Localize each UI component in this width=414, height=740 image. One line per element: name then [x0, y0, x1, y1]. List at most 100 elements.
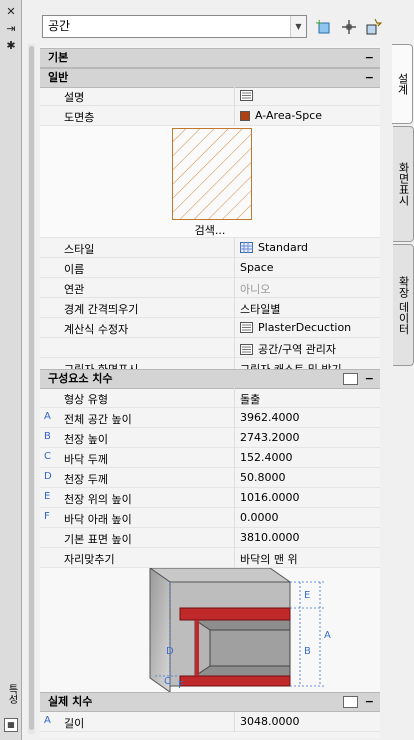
prop-row-overall-height[interactable]: A 전체 공간 높이 3962.4000 [40, 408, 380, 428]
prop-label: 경계 간격띄우기 [64, 303, 139, 316]
dim-letter: B [44, 431, 51, 442]
prop-label: 연관 [64, 283, 85, 296]
autohide-icon[interactable]: ⇥ [4, 22, 18, 36]
dimension-image-icon[interactable] [343, 373, 358, 385]
diagram-label-e: E [304, 590, 311, 601]
chevron-down-icon[interactable]: ▼ [290, 16, 306, 37]
dimension-image-icon[interactable] [343, 696, 358, 708]
prop-label: 계산식 수정자 [64, 323, 129, 336]
collapse-icon[interactable]: − [365, 370, 374, 388]
dim-letter: D [44, 471, 52, 482]
prop-label: 천장 두께 [64, 473, 108, 486]
prop-value[interactable]: Standard [240, 241, 308, 254]
prop-label: 천장 위의 높이 [64, 493, 132, 506]
dim-letter: A [44, 411, 51, 422]
dimension-diagram: D E B A C F [40, 567, 380, 693]
prop-label: 자리맞추기 [64, 553, 115, 566]
prop-value[interactable]: PlasterDecuction [240, 321, 351, 334]
prop-row-calc-modifier[interactable]: 계산식 수정자 PlasterDecuction [40, 318, 380, 338]
prop-value[interactable]: 스타일별 [240, 301, 280, 317]
properties-grid: 기본 − 일반 − 설명 도면층 A-Area-Spce 검색... 스타일 S… [40, 46, 380, 738]
prop-value[interactable]: A-Area-Spce [240, 109, 322, 122]
prop-value: 아니오 [240, 283, 271, 296]
tab-design-label: 설계 [396, 73, 409, 95]
tab-design[interactable]: 설계 [392, 44, 413, 124]
prop-row-floor-thickness[interactable]: C 바닥 두께 152.4000 [40, 448, 380, 468]
section-actual-dimensions[interactable]: 실제 치수 − [40, 692, 380, 712]
prop-value[interactable]: 2743.2000 [240, 431, 300, 444]
prop-value[interactable]: 3962.4000 [240, 411, 300, 424]
prop-row-ceiling-height[interactable]: B 천장 높이 2743.2000 [40, 428, 380, 448]
diagram-label-d: D [166, 646, 174, 657]
prop-row-length[interactable]: A 길이 3048.0000 [40, 712, 380, 732]
prop-row-description[interactable]: 설명 [40, 86, 380, 106]
prop-row-name[interactable]: 이름 Space [40, 258, 380, 278]
prop-row-boundary-offset[interactable]: 경계 간격띄우기 스타일별 [40, 298, 380, 318]
prop-label: 길이 [64, 717, 85, 730]
prop-label: 천장 높이 [64, 433, 108, 446]
prop-label: 바닥 아래 높이 [64, 513, 132, 526]
prop-value[interactable]: 3810.0000 [240, 531, 300, 544]
scrollbar-thumb[interactable] [29, 46, 34, 730]
palette-title: 특성 [6, 684, 17, 704]
prop-row-default-surface-height[interactable]: 기본 표면 높이 3810.0000 [40, 528, 380, 548]
tab-extended-data-label: 확장 데이터 [397, 275, 410, 335]
prop-value[interactable]: 3048.0000 [240, 715, 300, 728]
close-icon[interactable]: ✕ [4, 5, 18, 19]
section-dims-title: 구성요소 치수 [48, 372, 113, 385]
prop-value[interactable]: 돌출 [240, 391, 260, 407]
prop-value[interactable]: 1016.0000 [240, 491, 300, 504]
prop-label: 전체 공간 높이 [64, 413, 132, 426]
diagram-label-c: C [164, 676, 171, 687]
description-edit-icon[interactable] [240, 89, 258, 102]
quick-select-icon[interactable]: ▦ [4, 718, 18, 732]
dim-letter: E [44, 491, 51, 502]
prop-label: 바닥 두께 [64, 453, 108, 466]
tab-extended-data[interactable]: 확장 데이터 [393, 244, 414, 366]
section-basic[interactable]: 기본 − [40, 48, 380, 68]
prop-row-geometry-type[interactable]: 형상 유형 돌출 [40, 388, 380, 408]
diagram-label-b: B [304, 646, 311, 657]
select-objects-icon[interactable] [339, 17, 359, 37]
collapse-icon[interactable]: − [365, 49, 374, 67]
prop-value[interactable]: 공간/구역 관리자 [240, 341, 336, 357]
dim-letter: C [44, 451, 51, 462]
tab-display[interactable]: 화면표시 [393, 126, 414, 242]
prop-row-associative[interactable]: 연관 아니오 [40, 278, 380, 298]
dim-letter: A [44, 715, 51, 726]
section-general-title: 일반 [48, 71, 69, 84]
prop-row-space-zone-manager[interactable]: 공간/구역 관리자 [40, 338, 380, 358]
prop-label: 이름 [64, 263, 85, 276]
palette-title-strip: ✕ ⇥ ✱ 특성 ▦ [0, 0, 22, 740]
quick-select-filter-icon[interactable] [363, 17, 383, 37]
prop-row-style[interactable]: 스타일 Standard [40, 238, 380, 258]
properties-palette-window: ✕ ⇥ ✱ 특성 ▦ 설계 화면표시 확장 데이터 공간 ▼ + 기본 − 일반… [0, 0, 414, 740]
prop-row-ceiling-thickness[interactable]: D 천장 두께 50.8000 [40, 468, 380, 488]
style-icon [240, 242, 253, 253]
prop-label: 기본 표면 높이 [64, 533, 132, 546]
prop-row-height-above-ceiling[interactable]: E 천장 위의 높이 1016.0000 [40, 488, 380, 508]
collapse-icon[interactable]: − [365, 69, 374, 87]
prop-label: 스타일 [64, 243, 95, 256]
toggle-pickadd-icon[interactable]: + [314, 17, 334, 37]
section-actual-title: 실제 치수 [48, 695, 93, 708]
prop-row-justify[interactable]: 자리맞추기 바닥의 맨 위 [40, 548, 380, 568]
prop-value[interactable]: 바닥의 맨 위 [240, 551, 298, 567]
prop-label: 도면층 [64, 111, 95, 124]
list-icon [240, 344, 253, 355]
hatch-browse-link[interactable]: 검색... [40, 222, 380, 238]
layer-name: A-Area-Spce [255, 109, 323, 122]
prop-value[interactable]: Space [240, 261, 274, 274]
prop-row-height-below-floor[interactable]: F 바닥 아래 높이 0.0000 [40, 508, 380, 528]
section-general[interactable]: 일반 − [40, 68, 380, 88]
section-component-dimensions[interactable]: 구성요소 치수 − [40, 369, 380, 389]
prop-value[interactable]: 0.0000 [240, 511, 279, 524]
prop-value[interactable]: 50.8000 [240, 471, 286, 484]
hatch-pattern-swatch[interactable] [172, 128, 252, 220]
palette-scrollbar[interactable] [28, 44, 35, 734]
gear-icon[interactable]: ✱ [4, 39, 18, 53]
prop-value[interactable]: 152.4000 [240, 451, 293, 464]
collapse-icon[interactable]: − [365, 693, 374, 711]
prop-row-layer[interactable]: 도면층 A-Area-Spce [40, 106, 380, 126]
object-type-combo[interactable]: 공간 ▼ [42, 15, 307, 38]
